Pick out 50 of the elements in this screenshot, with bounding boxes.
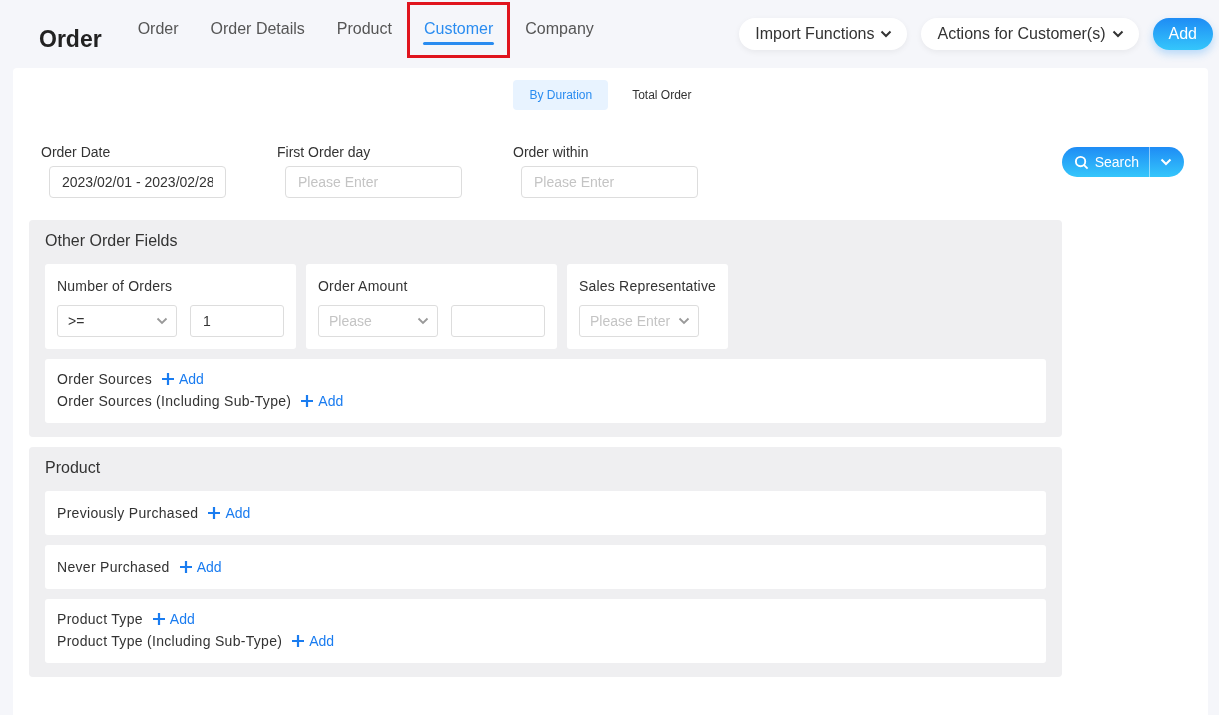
criteria-label: Product Type (Including Sub-Type) <box>57 633 283 649</box>
chevron-down-icon <box>678 317 690 325</box>
add-link[interactable]: Add <box>292 633 335 649</box>
section-title: Product <box>45 459 102 477</box>
nav-tab[interactable]: Company <box>509 20 610 50</box>
field-label: Sales Representative <box>579 278 717 294</box>
nav-tab[interactable]: Customer <box>407 20 510 50</box>
plus-icon <box>208 507 221 519</box>
plus-icon <box>161 373 174 385</box>
view-tab[interactable]: By Duration <box>513 80 609 110</box>
nav-tab[interactable]: Order <box>121 20 195 50</box>
add-link[interactable]: Add <box>301 393 344 409</box>
field-label: Order within <box>513 144 590 160</box>
criteria-label: Previously Purchased <box>57 505 199 521</box>
add-link[interactable]: Add <box>161 371 204 387</box>
plus-icon <box>179 561 192 573</box>
select-field[interactable]: >= <box>57 305 177 337</box>
plus-icon <box>301 395 314 407</box>
chevron-down-icon <box>1160 158 1172 166</box>
chevron-down-icon <box>1111 30 1124 38</box>
criteria-label: Order Sources (Including Sub-Type) <box>57 393 292 409</box>
search-icon <box>1073 154 1089 170</box>
criteria-label: Product Type <box>57 611 143 627</box>
add-link[interactable]: Add <box>179 559 222 575</box>
view-tab[interactable]: Total Order <box>616 80 708 110</box>
chevron-down-icon <box>156 317 168 325</box>
chevron-down-icon <box>880 30 893 38</box>
field-label: First Order day <box>277 144 372 160</box>
plus-icon <box>292 635 305 647</box>
add-button[interactable]: Add <box>1152 18 1213 50</box>
add-link[interactable]: Add <box>152 611 195 627</box>
input-field[interactable]: 1 <box>190 305 284 337</box>
field-label: Order Amount <box>318 278 409 294</box>
search-button[interactable]: Search <box>1061 147 1184 177</box>
input-field[interactable]: Please Enter <box>521 166 698 198</box>
criteria-label: Order Sources <box>57 371 152 387</box>
nav-tab[interactable]: Product <box>320 20 408 50</box>
add-link[interactable]: Add <box>208 505 251 521</box>
dropdown-button[interactable]: Import Functions <box>739 18 908 50</box>
section-title: Other Order Fields <box>45 232 179 250</box>
input-field[interactable]: Please Enter <box>285 166 462 198</box>
field-label: Order Date <box>41 144 112 160</box>
dropdown-button[interactable]: Actions for Customer(s) <box>921 18 1139 50</box>
nav-tab[interactable]: Order Details <box>194 20 321 50</box>
criteria-label: Never Purchased <box>57 559 170 575</box>
field-label: Number of Orders <box>57 278 174 294</box>
chevron-down-icon <box>417 317 429 325</box>
page-title: Order <box>39 25 102 53</box>
plus-icon <box>152 613 165 625</box>
input-field[interactable] <box>451 305 545 337</box>
